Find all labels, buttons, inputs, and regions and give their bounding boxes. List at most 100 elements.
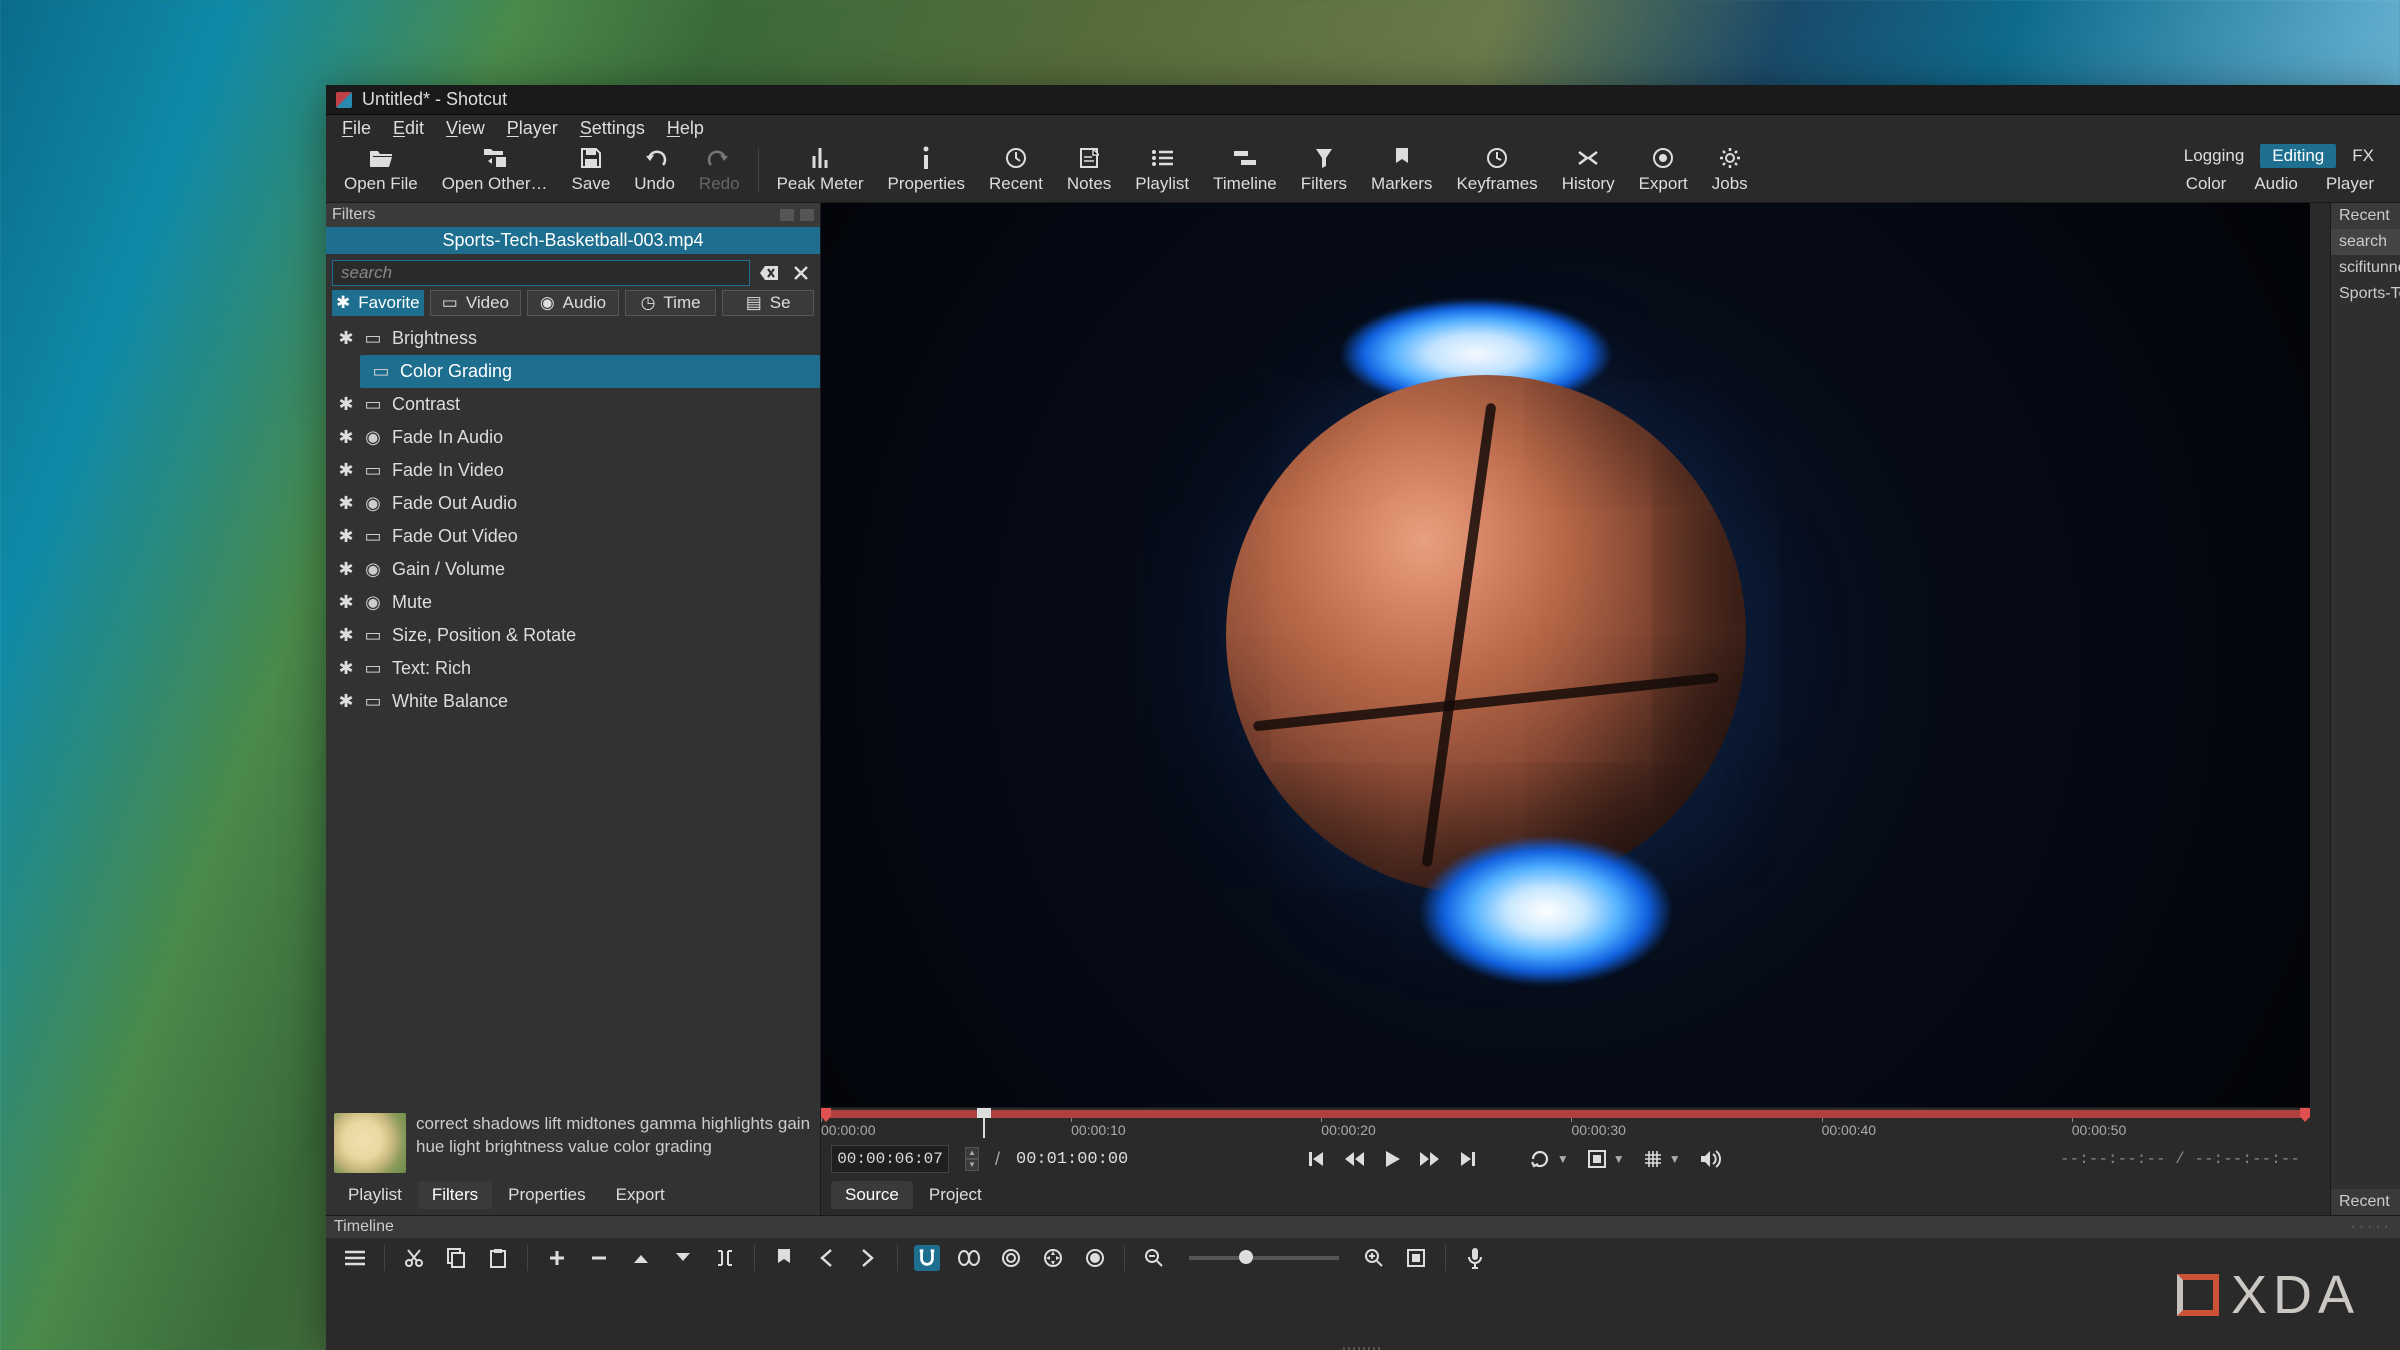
skip-previous-button[interactable]: [1305, 1149, 1325, 1169]
marker-button[interactable]: [771, 1245, 797, 1271]
player-tab-project[interactable]: Project: [915, 1181, 996, 1209]
filter-item[interactable]: ✱▭Fade Out Video: [326, 520, 820, 553]
favorite-star-icon[interactable]: ✱: [338, 691, 354, 712]
mode-color-button[interactable]: Color: [2174, 172, 2239, 196]
mode-fx-button[interactable]: FX: [2340, 144, 2386, 168]
filter-tab-video[interactable]: ▭Video: [430, 290, 522, 316]
titlebar[interactable]: Untitled* - Shotcut: [326, 85, 2400, 115]
favorite-star-icon[interactable]: ✱: [338, 658, 354, 679]
save-button[interactable]: Save: [560, 142, 623, 198]
notes-button[interactable]: Notes: [1055, 142, 1123, 198]
record-audio-button[interactable]: [1462, 1245, 1488, 1271]
favorite-star-icon[interactable]: ✱: [338, 592, 354, 613]
favorite-star-icon[interactable]: ✱: [338, 460, 354, 481]
favorite-star-icon[interactable]: ✱: [338, 526, 354, 547]
mode-audio-button[interactable]: Audio: [2242, 172, 2309, 196]
menu-view[interactable]: View: [436, 116, 495, 141]
timeline-button[interactable]: Timeline: [1201, 142, 1289, 198]
filter-item[interactable]: ✱▭Contrast: [326, 388, 820, 421]
recent-item[interactable]: scifitunnel: [2331, 255, 2400, 281]
filters-panel-header[interactable]: Filters: [326, 203, 820, 227]
zoom-out-button[interactable]: [1141, 1245, 1167, 1271]
fast-forward-button[interactable]: [1419, 1150, 1441, 1168]
zoom-fit-button[interactable]: [1587, 1149, 1607, 1169]
paste-button[interactable]: [485, 1245, 511, 1271]
volume-button[interactable]: [1699, 1149, 1723, 1169]
playhead[interactable]: [977, 1108, 991, 1138]
overwrite-button[interactable]: [670, 1245, 696, 1271]
loop-menu-caret-icon[interactable]: ▼: [1557, 1152, 1569, 1166]
timeline-menu-button[interactable]: [342, 1245, 368, 1271]
zoom-menu-caret-icon[interactable]: ▼: [1613, 1152, 1625, 1166]
current-timecode-input[interactable]: [831, 1145, 949, 1173]
prev-marker-button[interactable]: [813, 1245, 839, 1271]
menu-edit[interactable]: Edit: [383, 116, 434, 141]
panel-float-icon[interactable]: [780, 209, 794, 221]
menu-settings[interactable]: Settings: [570, 116, 655, 141]
cut-button[interactable]: [401, 1245, 427, 1271]
filter-item[interactable]: ✱◉Gain / Volume: [326, 553, 820, 586]
player-tab-source[interactable]: Source: [831, 1181, 913, 1209]
next-marker-button[interactable]: [855, 1245, 881, 1271]
filters-button[interactable]: Filters: [1289, 142, 1359, 198]
favorite-star-icon[interactable]: ✱: [338, 625, 354, 646]
loop-button[interactable]: [1529, 1149, 1551, 1169]
grid-menu-caret-icon[interactable]: ▼: [1669, 1152, 1681, 1166]
bottom-tab-filters[interactable]: Filters: [418, 1181, 492, 1209]
ripple-markers-button[interactable]: [1082, 1245, 1108, 1271]
recent-tab[interactable]: Recent: [2331, 1189, 2400, 1215]
zoom-slider[interactable]: [1189, 1256, 1339, 1260]
copy-button[interactable]: [443, 1245, 469, 1271]
split-button[interactable]: [712, 1245, 738, 1271]
markers-button[interactable]: Markers: [1359, 142, 1444, 198]
timecode-spinner[interactable]: ▲▼: [965, 1147, 979, 1171]
player-ruler[interactable]: 00:00:0000:00:1000:00:2000:00:3000:00:40…: [821, 1107, 2310, 1137]
recent-item[interactable]: search: [2331, 229, 2400, 255]
peak-meter-button[interactable]: Peak Meter: [765, 142, 876, 198]
ripple-button[interactable]: [998, 1245, 1024, 1271]
timeline-panel-header[interactable]: Timeline ·····: [326, 1216, 2400, 1238]
rewind-button[interactable]: [1343, 1150, 1365, 1168]
menu-player[interactable]: Player: [497, 116, 568, 141]
menu-file[interactable]: File: [332, 116, 381, 141]
close-filter-chooser-button[interactable]: [788, 260, 814, 286]
favorite-star-icon[interactable]: ✱: [338, 427, 354, 448]
filter-item[interactable]: ✱▭Size, Position & Rotate: [326, 619, 820, 652]
bottom-tab-playlist[interactable]: Playlist: [334, 1181, 416, 1209]
in-point-marker[interactable]: [821, 1108, 831, 1122]
remove-button[interactable]: [586, 1245, 612, 1271]
bottom-tab-export[interactable]: Export: [602, 1181, 679, 1209]
out-point-marker[interactable]: [2300, 1108, 2310, 1122]
filter-item[interactable]: ✱▭Brightness: [326, 322, 820, 355]
panel-close-icon[interactable]: [800, 209, 814, 221]
filter-item[interactable]: ✱▭Fade In Video: [326, 454, 820, 487]
favorite-star-icon[interactable]: ✱: [338, 493, 354, 514]
filter-item[interactable]: ✱◉Mute: [326, 586, 820, 619]
playlist-button[interactable]: Playlist: [1123, 142, 1201, 198]
menu-help[interactable]: Help: [657, 116, 714, 141]
redo-button[interactable]: Redo: [687, 142, 752, 198]
lift-button[interactable]: [628, 1245, 654, 1271]
filter-tab-audio[interactable]: ◉Audio: [527, 290, 619, 316]
open-file-button[interactable]: Open File: [332, 142, 430, 198]
favorite-star-icon[interactable]: ✱: [338, 394, 354, 415]
video-preview[interactable]: [821, 203, 2310, 1107]
recent-item[interactable]: Sports-Tec: [2331, 281, 2400, 307]
favorite-star-icon[interactable]: ✱: [338, 328, 354, 349]
filter-item[interactable]: ▭Color Grading: [360, 355, 820, 388]
play-button[interactable]: [1383, 1149, 1401, 1169]
undo-button[interactable]: Undo: [622, 142, 687, 198]
filter-tab-time[interactable]: ◷Time: [625, 290, 717, 316]
filter-search-input[interactable]: [332, 260, 750, 286]
zoom-in-button[interactable]: [1361, 1245, 1387, 1271]
snap-button[interactable]: [914, 1245, 940, 1271]
filter-tab-set[interactable]: ▤Se: [722, 290, 814, 316]
ripple-all-button[interactable]: [1040, 1245, 1066, 1271]
zoom-fit-timeline-button[interactable]: [1403, 1245, 1429, 1271]
export-button[interactable]: Export: [1627, 142, 1700, 198]
selected-clip-name[interactable]: Sports-Tech-Basketball-003.mp4: [326, 227, 820, 254]
bottom-tab-properties[interactable]: Properties: [494, 1181, 599, 1209]
skip-next-button[interactable]: [1459, 1149, 1479, 1169]
mode-player-button[interactable]: Player: [2314, 172, 2386, 196]
recent-button[interactable]: Recent: [977, 142, 1055, 198]
